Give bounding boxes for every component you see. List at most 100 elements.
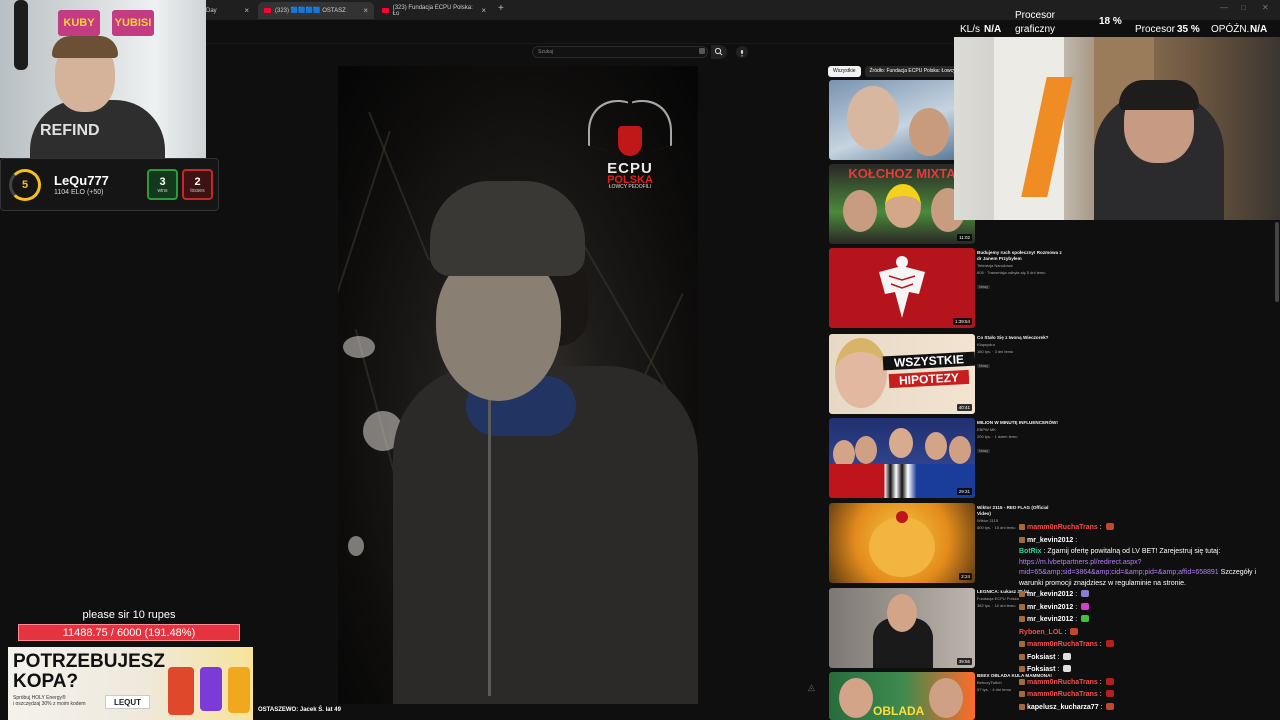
ad-subtext: Spróbuj HOLY Energy® i oszczędzaj 30% z m… [13,695,86,707]
close-icon[interactable]: × [481,6,486,15]
new-badge: Nowy [977,285,990,289]
bot-message-link[interactable]: https://m.lvbetpartners.pl/redirect.aspx… [1019,559,1219,577]
close-icon[interactable]: × [244,6,249,15]
recommendation-meta[interactable]: Budujemy ruch społeczny! Rozmowa z dr Ja… [977,250,1063,293]
thumbnail-face [869,517,935,577]
osd-label: graficzny [1015,24,1056,35]
emote-icon [1063,665,1072,672]
chat-username[interactable]: mamm0nRuchaTrans [1027,679,1098,686]
streamer-webcam: KUBY YUBISI REFIND [0,0,206,158]
new-badge: Nowy [977,364,990,368]
expand-icon[interactable]: ◬ [808,682,815,693]
cpu-usage-value: 35 % [1177,24,1200,35]
thumbnail-face [885,184,921,228]
thumbnail-face [925,432,947,460]
wins-count: 3 [159,176,166,188]
watermark-tagline: ŁOWCY PEDOFILI [608,184,652,190]
chat-separator: : [1097,691,1104,698]
level-badge: 5 [9,169,41,201]
browser-tab-active[interactable]: (323) 🟦🟦🟦🟦 OSTASZ × [258,2,374,19]
chat-message: Foksiast : [1019,652,1280,665]
search-input[interactable]: Szukaj [532,46,708,58]
donation-goal-title: please sir 10 rupes [82,609,176,621]
emote-icon [1106,702,1115,710]
gpu-usage-value: 18 % [1099,16,1122,27]
chip-all[interactable]: Wszystkie [828,66,861,77]
recommendation-meta[interactable]: Co Stało Się z Iwoną Wieczorek? Klapsydr… [977,335,1063,372]
badge-icon [1019,536,1025,543]
recommendation-channel: Telewizja Narodowa [977,263,1013,268]
youtube-icon [382,8,389,13]
filter-chips: Wszystkie Źródło: Fundacja ECPU Polska: … [828,66,974,77]
microphone-icon [741,50,743,57]
osd-label: OPÓŹN. [1211,24,1250,35]
recommendation-meta[interactable]: MILION W MINUTĘ INFLUENCERÓW! EBPW MK 20… [977,420,1063,457]
wall-sign: KUBY [58,10,100,36]
recommendation-title: MILION W MINUTĘ INFLUENCERÓW! [977,420,1058,425]
recommendation-stats: 160 tys. · 3 dni temu [977,348,1014,354]
recommendation-stats: 200 tys. · 1 dzień temu [977,433,1018,439]
chat-username[interactable]: mamm0nRuchaTrans [1027,641,1098,648]
recommendation-title: Budujemy ruch społeczny! Rozmowa z dr Ja… [977,250,1062,261]
minimize-icon[interactable]: — [1220,3,1228,12]
browser-tab[interactable]: Day × [200,2,255,19]
losses-label: losses [190,188,205,194]
latency-value: N/A [1250,24,1268,35]
snow-patch [348,536,364,556]
promo-code: LEQUT [105,695,150,709]
chat-separator: : [1062,628,1069,636]
maximize-icon[interactable]: □ [1241,3,1246,12]
losses-box: 2 losses [182,169,213,200]
chat-username[interactable]: BotRix [1019,548,1042,555]
chat-username[interactable]: Ryboen_LOL [1019,629,1063,636]
thumbnail-text: OBLADA [873,704,925,718]
chat-username[interactable]: mr_kevin2012 [1027,537,1073,544]
recommendation-thumbnail[interactable]: 29:31 [829,418,975,498]
chat-username[interactable]: Foksiast [1027,654,1055,661]
search-button[interactable] [711,45,727,59]
video-duration: 39:56 [956,658,972,665]
chat-username[interactable]: Foksiast [1027,666,1055,673]
recommendation-title: Wiktor 2115 - RED FLAG (Official Video) [977,505,1049,516]
chat-username[interactable]: mamm0nRuchaTrans [1027,524,1098,531]
voice-search-button[interactable] [736,46,748,58]
chat-username[interactable]: mr_kevin2012 [1027,591,1073,598]
emote-icon [1105,640,1114,647]
chat-separator: : [1055,653,1062,661]
chat-username[interactable]: kapelusz_kucharza77 [1027,704,1099,711]
keyboard-icon[interactable] [699,48,705,54]
recommendation-thumbnail[interactable]: OBLADA [829,672,975,720]
recommendation-thumbnail[interactable]: 39:56 [829,588,975,668]
video-player[interactable]: ECPU POLSKA ŁOWCY PEDOFILI [338,66,698,704]
chat-separator: : [1073,616,1080,623]
thumbnail-text: WSZYSTKIE [882,351,975,371]
video-duration: 40:41 [956,404,972,411]
badge-icon [1019,666,1025,672]
new-tab-button[interactable]: + [498,3,504,14]
wins-box: 3 wins [147,169,178,200]
osd-label: Procesor [1135,24,1176,35]
browser-tab[interactable]: (323) Fundacja ECPU Polska: Ło × [376,2,492,19]
badge-icon [1019,641,1025,647]
video-duration: 1:39:54 [952,318,972,325]
window-close-icon[interactable]: ✕ [1262,3,1269,12]
drink-can [168,667,194,715]
chat-message: mr_kevin2012 : [1019,589,1280,602]
emote-icon [1105,690,1114,697]
close-icon[interactable]: × [363,6,368,15]
recommendation-thumbnail[interactable]: WSZYSTKIE HIPOTEZY 40:41 [829,334,975,414]
new-badge: Nowy [977,449,990,453]
chat-message: Ryboen_LOL : [1019,627,1280,640]
recommendation-thumbnail[interactable]: 1:39:54 [829,248,975,328]
chat-message: mamm0nRuchaTrans : [1019,677,1280,690]
thumbnail-face [887,594,917,632]
ad-headline-line2: KOPA? [13,671,79,692]
chat-username[interactable]: mr_kevin2012 [1027,604,1073,611]
recommendation-thumbnail[interactable]: 2:24 [829,503,975,583]
chat-separator: : [1097,524,1104,531]
badge-icon [1019,524,1025,530]
chat-username[interactable]: mr_kevin2012 [1027,616,1073,623]
sidebar-scrollbar[interactable] [1275,222,1279,302]
recommendation-stats: 605 · Transmisja odbyła się 5 dni temu [977,269,1046,275]
chat-username[interactable]: mamm0nRuchaTrans [1027,691,1098,698]
